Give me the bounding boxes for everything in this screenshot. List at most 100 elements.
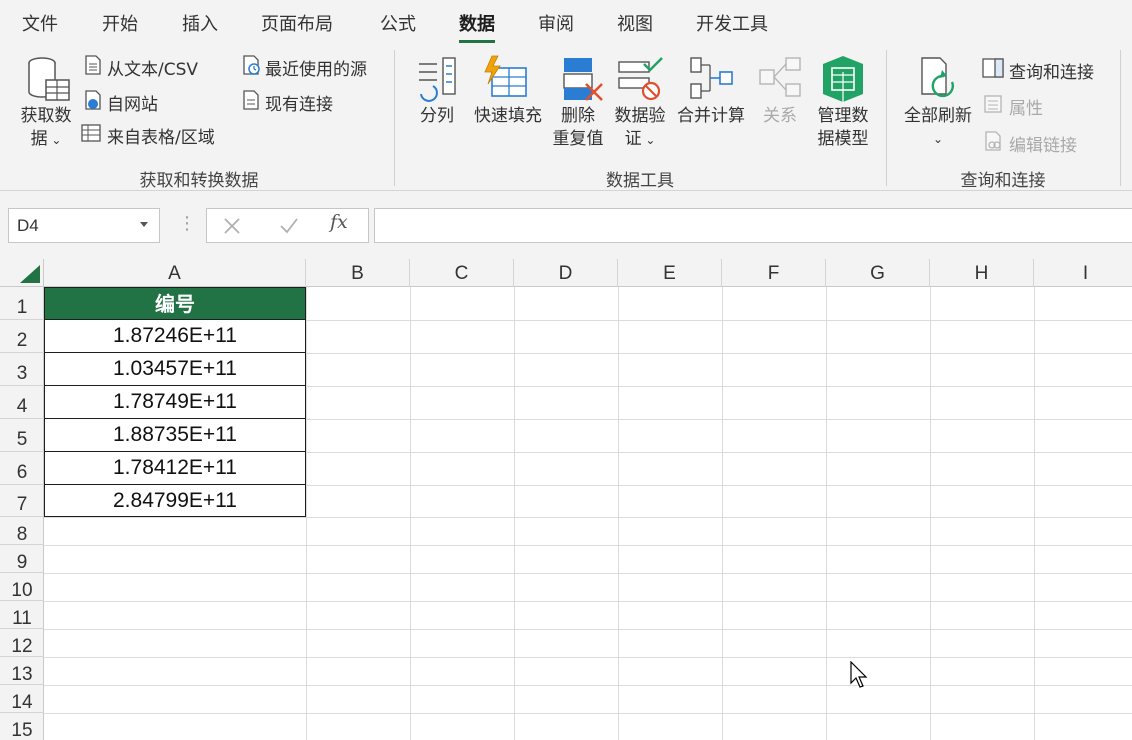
web-page-icon xyxy=(85,90,101,110)
cell-a7[interactable]: 2.84799E+11 xyxy=(44,485,306,517)
flash-fill-icon xyxy=(484,55,527,97)
gridline-h xyxy=(44,545,1132,546)
row-header-5[interactable]: 5 xyxy=(0,419,44,452)
formula-input[interactable] xyxy=(374,208,1132,243)
edit-links-label: 编辑链接 xyxy=(1009,136,1077,156)
manage-data-model-label: 管理数 据模型 xyxy=(808,105,878,151)
insert-function-button[interactable]: fx xyxy=(330,211,348,233)
row-header-7[interactable]: 7 xyxy=(0,485,44,517)
relationships-label: 关系 xyxy=(763,106,797,126)
row-header-2[interactable]: 2 xyxy=(0,320,44,353)
gridline-v xyxy=(1034,287,1035,740)
file-icon xyxy=(243,90,259,110)
cell-a4[interactable]: 1.78749E+11 xyxy=(44,386,306,419)
remove-duplicates-label: 删除 重复值 xyxy=(546,105,610,151)
queries-group-label: 查询和连接 xyxy=(960,171,1046,191)
database-icon xyxy=(28,57,70,101)
refresh-all-label: 全部刷新 ⌄ xyxy=(898,105,978,151)
more-options-icon[interactable]: ⋮ xyxy=(178,213,196,234)
column-header-b[interactable]: B xyxy=(306,259,410,287)
gridline-v xyxy=(722,287,723,740)
relationships-icon xyxy=(759,57,801,97)
tab-home[interactable]: 开始 xyxy=(102,10,138,36)
column-header-a[interactable]: A xyxy=(44,259,306,287)
row-header-6[interactable]: 6 xyxy=(0,452,44,485)
tab-page-layout[interactable]: 页面布局 xyxy=(261,10,333,36)
cell-a5[interactable]: 1.88735E+11 xyxy=(44,419,306,452)
row-headers: 1 2 3 4 5 6 7 8 9 10 11 12 13 14 15 xyxy=(0,287,44,740)
model-line1: 管理数 xyxy=(817,106,869,126)
tab-data[interactable]: 数据 xyxy=(459,10,495,43)
row-header-11[interactable]: 11 xyxy=(0,601,44,629)
header-cell-a1[interactable]: 编号 xyxy=(44,287,306,320)
column-headers: ABCDEFGHI xyxy=(0,259,1132,287)
row-header-13[interactable]: 13 xyxy=(0,657,44,685)
remove-duplicates-icon xyxy=(563,58,603,101)
remove-dup-line1: 删除 xyxy=(561,106,595,126)
queries-connections-label: 查询和连接 xyxy=(1009,63,1094,83)
column-header-h[interactable]: H xyxy=(930,259,1034,287)
gridline-h xyxy=(44,601,1132,602)
remove-dup-line2: 重复值 xyxy=(552,129,604,149)
from-table-label: 来自表格/区域 xyxy=(107,128,215,148)
tab-developer[interactable]: 开发工具 xyxy=(696,10,768,36)
cell-a2[interactable]: 1.87246E+11 xyxy=(44,320,306,353)
gridline-h xyxy=(44,685,1132,686)
properties-label: 属性 xyxy=(1009,99,1043,119)
cell-a3[interactable]: 1.03457E+11 xyxy=(44,353,306,386)
name-box-dropdown-icon[interactable] xyxy=(140,222,148,227)
enter-check-icon[interactable] xyxy=(279,217,299,235)
gridline-h xyxy=(44,713,1132,714)
row-header-1[interactable]: 1 xyxy=(0,287,44,320)
validation-line1: 数据验 xyxy=(614,106,666,126)
row-header-3[interactable]: 3 xyxy=(0,353,44,386)
name-box[interactable]: D4 xyxy=(8,208,160,243)
gridline-v xyxy=(306,287,307,740)
get-data-line2: 据 xyxy=(30,129,48,149)
row-header-10[interactable]: 10 xyxy=(0,573,44,601)
column-header-d[interactable]: D xyxy=(514,259,618,287)
mouse-cursor-icon xyxy=(850,661,868,688)
row-header-8[interactable]: 8 xyxy=(0,517,44,545)
model-line2: 据模型 xyxy=(817,129,869,149)
tab-data-label: 数据 xyxy=(459,14,495,35)
column-header-g[interactable]: G xyxy=(826,259,930,287)
existing-connections-label: 现有连接 xyxy=(265,95,333,115)
consolidate-icon xyxy=(690,57,733,99)
row-header-9[interactable]: 9 xyxy=(0,545,44,573)
properties-icon xyxy=(984,95,1002,113)
gridline-h xyxy=(44,517,1132,518)
formula-bar: D4 ⋮ fx xyxy=(0,191,1132,259)
tab-file[interactable]: 文件 xyxy=(22,10,58,36)
cell-a6[interactable]: 1.78412E+11 xyxy=(44,452,306,485)
gridline-h xyxy=(44,573,1132,574)
worksheet-grid[interactable]: ABCDEFGHI 1 2 3 4 5 6 7 8 9 10 11 12 13 14 15 编号 1.872… xyxy=(0,259,1132,740)
refresh-icon xyxy=(921,57,954,98)
select-all-button[interactable] xyxy=(0,259,44,287)
excel-window: 文件 开始 插入 页面布局 公式 数据 审阅 视图 开发工具 获取数 据 ⌄ 从… xyxy=(0,0,1132,740)
tab-review[interactable]: 审阅 xyxy=(538,10,574,36)
gridline-v xyxy=(930,287,931,740)
row-header-15[interactable]: 15 xyxy=(0,713,44,740)
gridline-h xyxy=(44,629,1132,630)
column-header-f[interactable]: F xyxy=(722,259,826,287)
column-header-c[interactable]: C xyxy=(410,259,514,287)
column-header-e[interactable]: E xyxy=(618,259,722,287)
tab-insert[interactable]: 插入 xyxy=(182,10,218,36)
cancel-icon[interactable] xyxy=(223,217,241,235)
recent-sources-label: 最近使用的源 xyxy=(265,60,367,80)
row-header-4[interactable]: 4 xyxy=(0,386,44,419)
tab-view[interactable]: 视图 xyxy=(617,10,653,36)
table-icon xyxy=(81,124,101,142)
ribbon: 获取数 据 ⌄ 从文本/CSV 自网站 来自表格/区域 最近使用的源 现有连接 … xyxy=(0,44,1132,191)
select-all-triangle-icon xyxy=(20,265,40,283)
consolidate-label: 合并计算 xyxy=(677,106,745,126)
row-header-12[interactable]: 12 xyxy=(0,629,44,657)
gridline-h xyxy=(44,657,1132,658)
gridline-v xyxy=(410,287,411,740)
data-validation-icon xyxy=(618,57,663,101)
row-header-14[interactable]: 14 xyxy=(0,685,44,713)
tab-formulas[interactable]: 公式 xyxy=(380,10,416,36)
column-header-i[interactable]: I xyxy=(1034,259,1132,287)
data-validation-label: 数据验 证 ⌄ xyxy=(606,105,674,152)
